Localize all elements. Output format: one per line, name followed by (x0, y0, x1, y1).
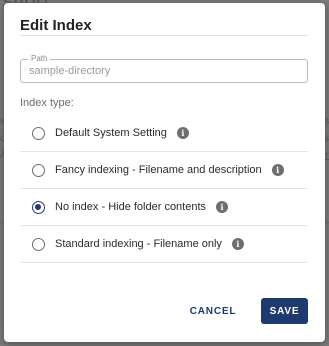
radio-button-selected[interactable] (32, 200, 45, 214)
info-icon[interactable]: i (271, 164, 284, 176)
edit-index-dialog: Edit Index Path Index type: Default Syst… (4, 3, 325, 342)
info-icon[interactable]: i (216, 201, 229, 213)
option-label: Fancy indexing - Filename and descriptio… (55, 164, 262, 176)
option-fancy-indexing[interactable]: Fancy indexing - Filename and descriptio… (20, 152, 308, 189)
info-icon[interactable]: i (231, 238, 244, 250)
option-label: Standard indexing - Filename only (55, 238, 222, 250)
index-type-radio-group: Default System Setting i Fancy indexing … (20, 115, 308, 263)
radio-button[interactable] (32, 237, 45, 251)
path-field[interactable]: Path (20, 54, 308, 83)
radio-button[interactable] (32, 126, 45, 140)
index-type-label: Index type: (20, 97, 74, 109)
info-icon[interactable]: i (176, 127, 189, 139)
cancel-button[interactable]: CANCEL (182, 298, 244, 324)
dialog-title: Edit Index (20, 17, 92, 34)
save-button[interactable]: SAVE (261, 298, 308, 324)
option-standard-indexing[interactable]: Standard indexing - Filename only i (20, 226, 308, 263)
option-no-index[interactable]: No index - Hide folder contents i (20, 189, 308, 226)
option-label: Default System Setting (55, 127, 167, 139)
option-default-system-setting[interactable]: Default System Setting i (20, 115, 308, 152)
title-divider (20, 35, 308, 36)
path-input[interactable] (29, 60, 299, 82)
option-label: No index - Hide folder contents (55, 201, 207, 213)
radio-button[interactable] (32, 163, 45, 177)
